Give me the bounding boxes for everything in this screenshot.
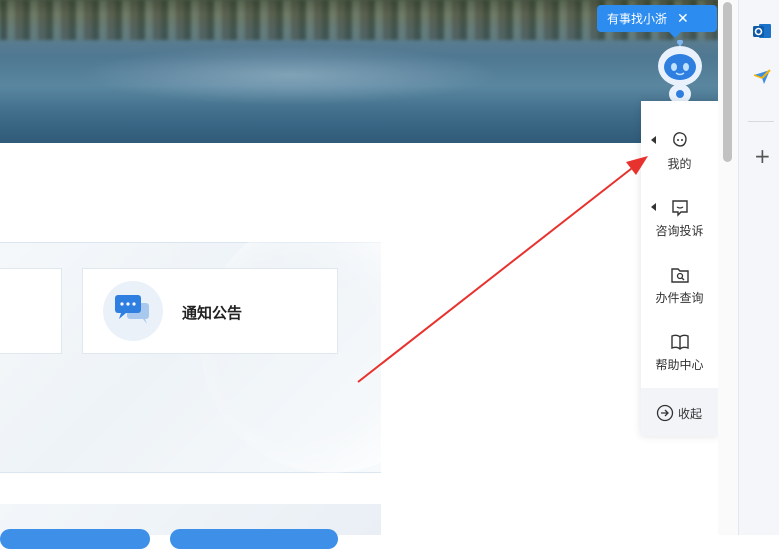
- assistant-bubble[interactable]: 有事找小浙 ✕: [597, 5, 717, 38]
- side-item-help[interactable]: 帮助中心: [641, 302, 718, 372]
- side-menu: 我的 咨询投诉 办件查询 帮助中心 收起: [641, 101, 718, 436]
- page-scrollbar-thumb[interactable]: [723, 2, 732, 162]
- collapse-button[interactable]: 收起: [641, 388, 718, 436]
- folder-search-icon: [671, 268, 689, 283]
- add-icon[interactable]: +: [754, 144, 771, 168]
- notice-icon-badge: [103, 281, 163, 341]
- service-card-partial[interactable]: [0, 268, 62, 354]
- book-icon: [671, 334, 689, 350]
- face-icon: [673, 132, 687, 147]
- water-reflection: [80, 45, 500, 105]
- message-icon: [672, 200, 688, 217]
- side-item-label: 帮助中心: [655, 358, 704, 372]
- outlook-icon[interactable]: [752, 21, 772, 41]
- side-item-mine[interactable]: 我的: [641, 101, 718, 171]
- close-icon[interactable]: ✕: [677, 11, 689, 27]
- collapse-label: 收起: [678, 407, 703, 421]
- side-item-consult[interactable]: 咨询投诉: [641, 168, 718, 238]
- arrow-right-circle-icon: [656, 404, 674, 422]
- send-icon[interactable]: [752, 67, 772, 87]
- browser-sidebar: [738, 0, 779, 535]
- chat-bubbles-icon: [115, 295, 149, 324]
- sidebar-divider: [748, 121, 774, 122]
- side-item-query[interactable]: 办件查询: [641, 235, 718, 305]
- caret-left-icon: [651, 136, 656, 144]
- assistant-bubble-text: 有事找小浙: [607, 12, 668, 26]
- service-button-2[interactable]: [170, 529, 338, 549]
- service-button-1[interactable]: [0, 529, 150, 549]
- notice-label: 通知公告: [182, 304, 243, 322]
- robot-mascot-icon[interactable]: [652, 40, 710, 106]
- notice-card[interactable]: 通知公告: [82, 268, 338, 354]
- caret-left-icon: [651, 203, 656, 211]
